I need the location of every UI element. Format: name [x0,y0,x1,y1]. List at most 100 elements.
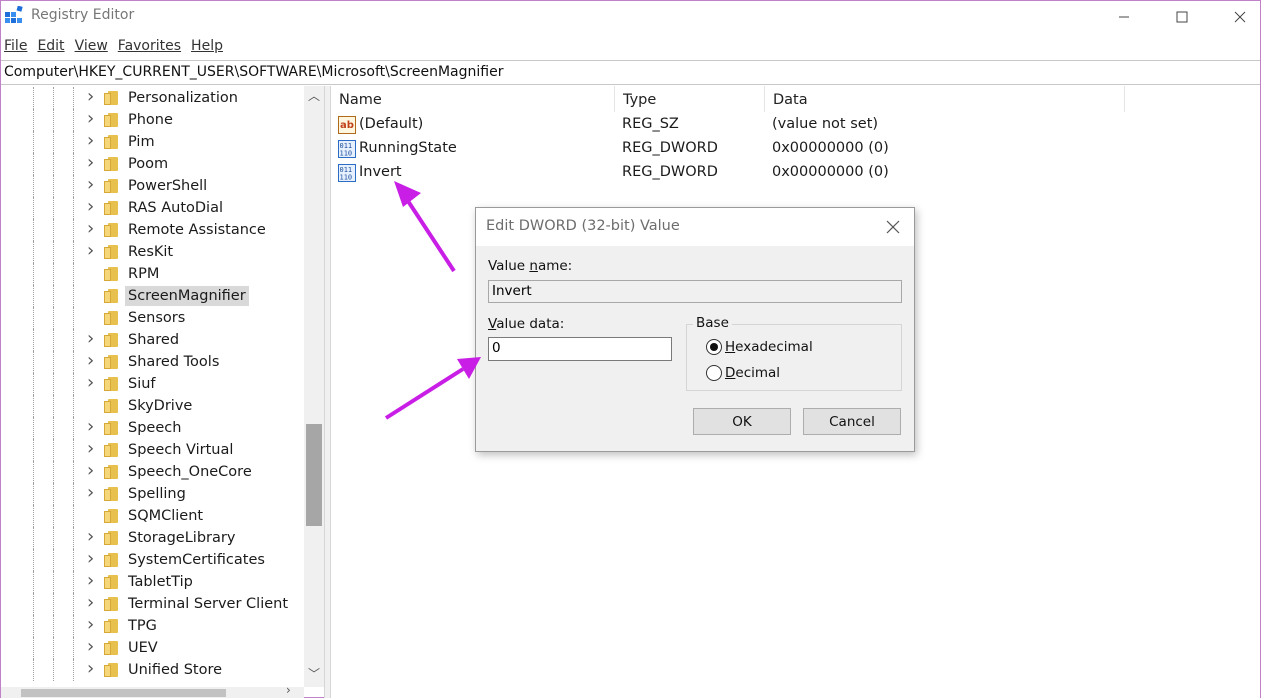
value-data-input[interactable]: 0 [488,337,672,361]
address-bar[interactable]: Computer\HKEY_CURRENT_USER\SOFTWARE\Micr… [1,60,1260,85]
decimal-radio[interactable] [706,365,722,381]
chevron-right-icon[interactable]: › [87,461,99,483]
chevron-right-icon[interactable]: › [87,197,99,219]
tree-item[interactable]: › Shared [1,329,304,351]
tree-vertical-scrollbar[interactable]: ︿ ﹀ [304,86,324,687]
menu-edit[interactable]: Edit [34,35,69,57]
tree-guide-line [53,329,54,351]
tree-item[interactable]: › Speech [1,417,304,439]
chevron-right-icon[interactable]: › [87,131,99,153]
tree-item[interactable]: › Speech_OneCore [1,461,304,483]
pane-splitter[interactable] [324,86,331,698]
hscroll-thumb[interactable] [21,689,226,697]
tree-item[interactable]: › StorageLibrary [1,527,304,549]
tree-guide-line [33,417,34,439]
tree-guide-line [33,571,34,593]
chevron-right-icon[interactable]: › [87,241,99,263]
tree-item[interactable]: › Speech Virtual [1,439,304,461]
tree-item[interactable]: › Pim [1,131,304,153]
chevron-right-icon[interactable]: › [87,527,99,549]
chevron-right-icon[interactable]: › [87,593,99,615]
value-row-runningstate[interactable]: 011 110 RunningState REG_DWORD 0x0000000… [331,137,1260,161]
menu-bar: File Edit View Favorites Help [1,35,230,57]
tree-item[interactable]: › SystemCertificates [1,549,304,571]
chevron-right-icon[interactable]: › [87,109,99,131]
value-name-field[interactable]: Invert [488,280,902,303]
dialog-title-bar[interactable]: Edit DWORD (32-bit) Value [476,208,914,246]
tree-guide-line [73,263,74,285]
cancel-button[interactable]: Cancel [803,408,901,435]
tree-guide-line [53,307,54,329]
tree-item[interactable]: › Unified Store [1,659,304,681]
tree-item[interactable]: › Siuf [1,373,304,395]
decimal-label[interactable]: Decimal [725,365,780,381]
tree-item[interactable]: › TPG [1,615,304,637]
tree-guide-line [73,219,74,241]
tree-item[interactable]: › Personalization [1,87,304,109]
value-data-label: Value data: [488,316,565,332]
tree-item[interactable]: › Spelling [1,483,304,505]
tree-item[interactable]: ScreenMagnifier [1,285,304,307]
tree-item[interactable]: RPM [1,263,304,285]
chevron-right-icon[interactable]: › [87,483,99,505]
maximize-button[interactable] [1153,1,1211,32]
tree-item[interactable]: › Phone [1,109,304,131]
scroll-up-icon[interactable]: ︿ [304,86,324,106]
scroll-down-icon[interactable]: ﹀ [304,664,324,684]
tree-item-label: Shared [128,332,180,348]
menu-file[interactable]: File [1,35,32,57]
tree-guide-line [73,351,74,373]
scroll-thumb[interactable] [306,424,322,526]
tree-item[interactable]: › PowerShell [1,175,304,197]
ok-button[interactable]: OK [693,408,791,435]
chevron-right-icon[interactable]: › [87,571,99,593]
menu-favorites[interactable]: Favorites [115,35,186,57]
tree-item[interactable]: › Shared Tools [1,351,304,373]
tree-item[interactable]: › Remote Assistance [1,219,304,241]
tree-item[interactable]: › ResKit [1,241,304,263]
chevron-right-icon[interactable]: › [87,373,99,395]
chevron-right-icon[interactable]: › [87,153,99,175]
column-type[interactable]: Type [615,86,765,112]
chevron-right-icon[interactable]: › [87,175,99,197]
menu-help[interactable]: Help [188,35,228,57]
tree-item[interactable]: › Terminal Server Client [1,593,304,615]
tree-horizontal-scrollbar[interactable]: › [1,683,304,698]
menu-view[interactable]: View [72,35,113,57]
value-row-invert[interactable]: 011 110 Invert REG_DWORD 0x00000000 (0) [331,161,1260,185]
hexadecimal-radio[interactable] [706,339,722,355]
title-bar[interactable]: Registry Editor [1,1,1260,32]
tree-guide-line [53,219,54,241]
chevron-right-icon[interactable]: › [87,87,99,109]
tree-guide-line [33,659,34,681]
minimize-button[interactable] [1095,1,1153,32]
address-path: Computer\HKEY_CURRENT_USER\SOFTWARE\Micr… [4,64,504,80]
close-button[interactable] [1211,1,1261,32]
column-name[interactable]: Name [331,86,615,112]
folder-icon [104,663,118,677]
tree-item[interactable]: SQMClient [1,505,304,527]
tree-item[interactable]: › TabletTip [1,571,304,593]
chevron-right-icon[interactable]: › [87,615,99,637]
chevron-right-icon[interactable]: › [87,439,99,461]
hexadecimal-label[interactable]: Hexadecimal [725,339,813,355]
chevron-right-icon[interactable]: › [87,351,99,373]
chevron-right-icon[interactable]: › [87,659,99,681]
folder-icon [104,135,118,149]
tree-item[interactable]: Sensors [1,307,304,329]
tree-item[interactable]: › RAS AutoDial [1,197,304,219]
column-data[interactable]: Data [765,86,1125,112]
chevron-right-icon[interactable]: › [87,417,99,439]
dialog-close-icon[interactable] [886,220,900,234]
chevron-right-icon[interactable]: › [87,637,99,659]
chevron-right-icon[interactable]: › [87,549,99,571]
scroll-right-icon[interactable]: › [286,683,291,697]
chevron-right-icon[interactable]: › [87,329,99,351]
chevron-right-icon[interactable]: › [87,219,99,241]
value-row-default[interactable]: ab (Default) REG_SZ (value not set) [331,113,1260,137]
tree-item[interactable]: SkyDrive [1,395,304,417]
tree-item[interactable]: › UEV [1,637,304,659]
value-type: REG_DWORD [622,140,718,156]
value-data: 0x00000000 (0) [772,140,889,156]
tree-item[interactable]: › Poom [1,153,304,175]
